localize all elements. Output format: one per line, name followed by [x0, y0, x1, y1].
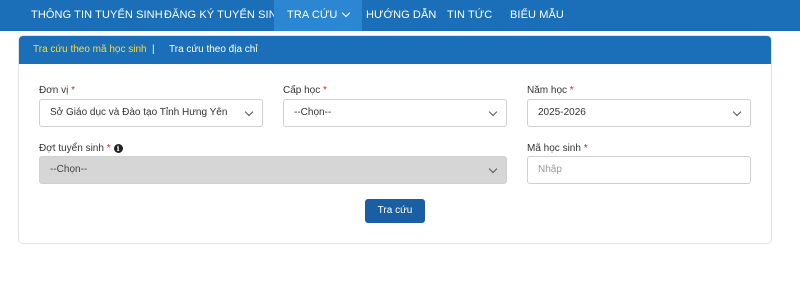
unit-select[interactable]: Sở Giáo dục và Đào tạo Tỉnh Hưng Yên [39, 99, 263, 127]
tab-by-address[interactable]: Tra cứu theo địa chỉ [169, 36, 258, 64]
grade-select[interactable]: --Chọn-- [283, 99, 507, 127]
chevron-down-icon [488, 164, 498, 174]
chevron-down-icon [488, 107, 498, 117]
student-code-placeholder: Nhập [538, 164, 562, 175]
nav-item-lookup-label: TRA CỨU [287, 9, 338, 21]
chevron-down-icon [342, 8, 351, 18]
nav-item-forms[interactable]: BIỂU MẪU [510, 0, 564, 31]
year-select[interactable]: 2025-2026 [527, 99, 751, 127]
nav-item-lookup[interactable]: TRA CỨU [274, 0, 363, 31]
lookup-tab-bar: Tra cứu theo mã học sinh | Tra cứu theo … [19, 36, 771, 64]
nav-item-guide[interactable]: HƯỚNG DẪN [366, 0, 436, 31]
round-label-text: Đợt tuyển sinh [39, 143, 104, 154]
student-code-input[interactable]: Nhập [527, 156, 751, 184]
round-select[interactable]: --Chọn-- [39, 156, 507, 184]
grade-label-text: Cấp học [283, 85, 321, 96]
student-code-label-text: Mã học sinh [527, 143, 581, 154]
required-mark: * [71, 85, 76, 96]
unit-label-text: Đơn vị [39, 85, 69, 96]
lookup-button[interactable]: Tra cứu [365, 199, 425, 223]
required-mark: * [569, 85, 574, 96]
unit-select-value: Sở Giáo dục và Đào tạo Tỉnh Hưng Yên [50, 107, 228, 118]
grade-select-value: --Chọn-- [294, 107, 332, 118]
required-mark: * [106, 143, 111, 154]
nav-item-news[interactable]: TIN TỨC [447, 0, 492, 31]
student-code-label: Mã học sinh * [527, 143, 588, 154]
round-select-value: --Chọn-- [50, 164, 88, 175]
chevron-down-icon [244, 107, 254, 117]
year-label-text: Năm học [527, 85, 568, 96]
unit-label: Đơn vị * [39, 85, 75, 96]
grade-label: Cấp học * [283, 85, 327, 96]
tab-by-student-code[interactable]: Tra cứu theo mã học sinh [33, 36, 147, 64]
tab-separator: | [152, 44, 155, 55]
nav-item-admission-register[interactable]: ĐĂNG KÝ TUYỂN SINH [164, 0, 285, 31]
info-icon[interactable]: i [113, 144, 123, 153]
nav-item-admission-info[interactable]: THÔNG TIN TUYỂN SINH [31, 0, 163, 31]
top-navigation: THÔNG TIN TUYỂN SINH ĐĂNG KÝ TUYỂN SINH … [0, 0, 800, 31]
year-label: Năm học * [527, 85, 574, 96]
round-label: Đợt tuyển sinh * i [39, 143, 123, 154]
required-mark: * [583, 143, 588, 154]
required-mark: * [323, 85, 327, 96]
chevron-down-icon [732, 107, 742, 117]
year-select-value: 2025-2026 [538, 107, 586, 118]
